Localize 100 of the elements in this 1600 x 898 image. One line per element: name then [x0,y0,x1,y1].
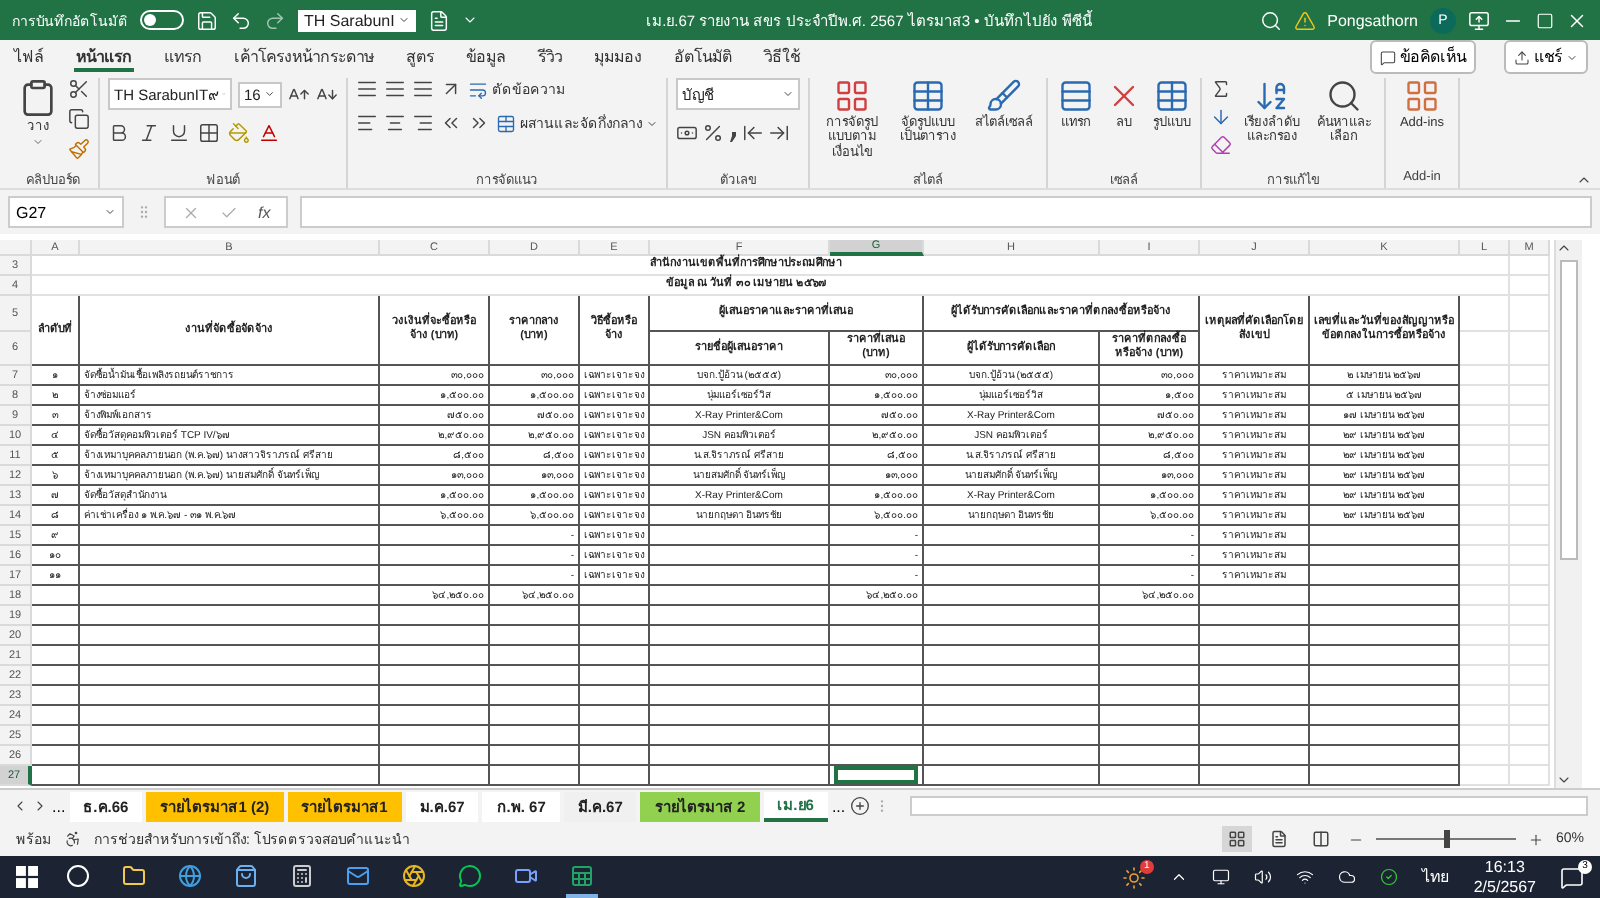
align-right-icon[interactable] [412,112,434,134]
caret-icon[interactable] [264,88,276,100]
font-color-icon[interactable] [258,122,280,144]
caret-icon[interactable] [646,117,658,129]
sum-icon[interactable] [1210,78,1232,100]
ribbon-tab[interactable]: ข้อมูล [464,43,508,71]
arrow-right-icon[interactable] [768,122,790,144]
previous-sheet-icon[interactable] [12,798,28,814]
ribbon-tab[interactable]: รีวิว [536,43,564,71]
copy-icon[interactable] [68,108,90,130]
check-circle-icon[interactable] [1379,868,1398,886]
ribbon-tab[interactable]: เค้าโครงหน้ากระดาษ [232,43,376,71]
mail-icon[interactable] [346,863,370,887]
warning-icon[interactable] [1293,9,1316,31]
table-cell [830,646,924,666]
align-left-icon[interactable] [356,112,378,134]
borders-icon[interactable] [198,122,220,144]
grow-font-icon[interactable] [288,83,310,105]
comments-button[interactable]: ข้อคิดเห็น [1370,40,1476,74]
vertical-scrollbar[interactable] [1554,240,1582,788]
language-indicator[interactable]: ไทย [1421,864,1450,890]
name-box[interactable]: G27 [8,196,124,228]
comment-icon[interactable] [1380,49,1396,65]
clock-time[interactable]: 16:13 [1484,857,1525,877]
normal-view-icon[interactable] [1227,830,1246,848]
ribbon-tab[interactable]: อัตโนมัติ [672,43,734,71]
ribbon-tab[interactable]: วิธีใช้ [762,43,802,71]
table-cell [830,666,924,686]
bold-icon[interactable] [108,122,130,144]
caret-icon[interactable] [782,88,794,100]
align-center-icon[interactable] [384,112,406,134]
shrink-font-icon[interactable] [316,83,338,105]
scissors-icon[interactable] [68,78,90,100]
shopping-bag-icon[interactable] [234,863,258,887]
network-icon[interactable] [1295,868,1314,886]
scroll-up-icon[interactable] [1556,240,1572,256]
chat-bubble-icon[interactable] [458,863,482,887]
more-sheets-left[interactable]: ... [52,797,66,815]
fill-color-icon[interactable] [228,122,250,144]
clock-date[interactable]: 2/5/2567 [1473,877,1536,897]
table-cell [32,766,80,786]
more-sheets-right[interactable]: ... [831,797,846,815]
video-icon[interactable] [514,863,538,887]
notifications-icon[interactable] [1560,865,1584,889]
wrap-text-icon[interactable] [468,79,488,99]
table-cell [1460,446,1510,466]
windows-logo-icon[interactable] [16,866,38,888]
arrow-left-icon[interactable] [742,122,764,144]
weather-icon[interactable] [1121,865,1146,889]
add-sheet-icon[interactable] [849,796,870,816]
autosave-toggle[interactable] [140,10,184,30]
collapse-ribbon-icon[interactable] [1576,172,1592,188]
page-break-icon[interactable] [1311,830,1330,848]
view-button[interactable] [1221,826,1252,852]
ribbon-tab[interactable]: แทรก [162,43,204,71]
customize-icon[interactable] [462,12,479,28]
ribbon-tab[interactable]: สูตร [404,43,436,71]
redo-icon[interactable] [264,9,286,31]
scroll-down-icon[interactable] [1556,772,1572,788]
maximize-icon[interactable] [1536,11,1554,29]
selected-cell[interactable] [834,766,918,784]
undo-icon[interactable] [230,9,252,31]
eraser-icon[interactable] [1210,134,1232,156]
ribbon-tab[interactable]: ไฟล์ [12,43,46,71]
page-layout-icon[interactable] [1269,830,1288,848]
table-cell [1100,606,1200,626]
font-quick-field[interactable]: TH SarabunI [298,9,417,31]
currency-icon[interactable] [676,122,698,144]
fill-down-icon[interactable] [1210,106,1232,128]
caret-icon[interactable] [398,14,411,26]
underline-icon[interactable] [168,122,190,144]
italic-icon[interactable] [138,122,160,144]
globe-icon[interactable] [178,863,202,887]
merge-cells-icon[interactable] [496,113,516,133]
ribbon-display-icon[interactable] [1468,9,1490,31]
cloud-icon[interactable] [1337,868,1356,886]
next-sheet-icon[interactable] [32,798,48,814]
document-icon[interactable] [428,9,451,31]
folder-icon[interactable] [122,863,146,887]
circle-icon[interactable] [66,863,90,887]
caret-icon[interactable] [1566,51,1578,63]
insert-function-button[interactable]: fx [258,203,271,221]
search-icon[interactable] [1259,9,1282,31]
save-icon[interactable] [196,9,218,31]
horizontal-scrollbar[interactable] [909,796,1588,816]
share-button[interactable]: แชร์ [1504,40,1588,74]
spreadsheet-icon[interactable] [570,863,594,887]
zoom-in-icon[interactable] [1527,831,1544,847]
ribbon-tab[interactable]: มุมมอง [592,43,644,71]
paintbrush-icon[interactable] [68,138,90,160]
percent-icon[interactable] [702,122,724,144]
monitor-icon[interactable] [1211,868,1230,886]
formula-input[interactable] [300,196,1592,228]
volume-icon[interactable] [1253,868,1272,886]
caret-icon[interactable] [104,206,116,218]
calculator-icon[interactable] [290,863,314,887]
close-icon[interactable] [1566,9,1588,31]
share-icon[interactable] [1514,49,1530,65]
tray-expand-icon[interactable] [1169,868,1188,886]
aperture-icon[interactable] [402,863,426,887]
